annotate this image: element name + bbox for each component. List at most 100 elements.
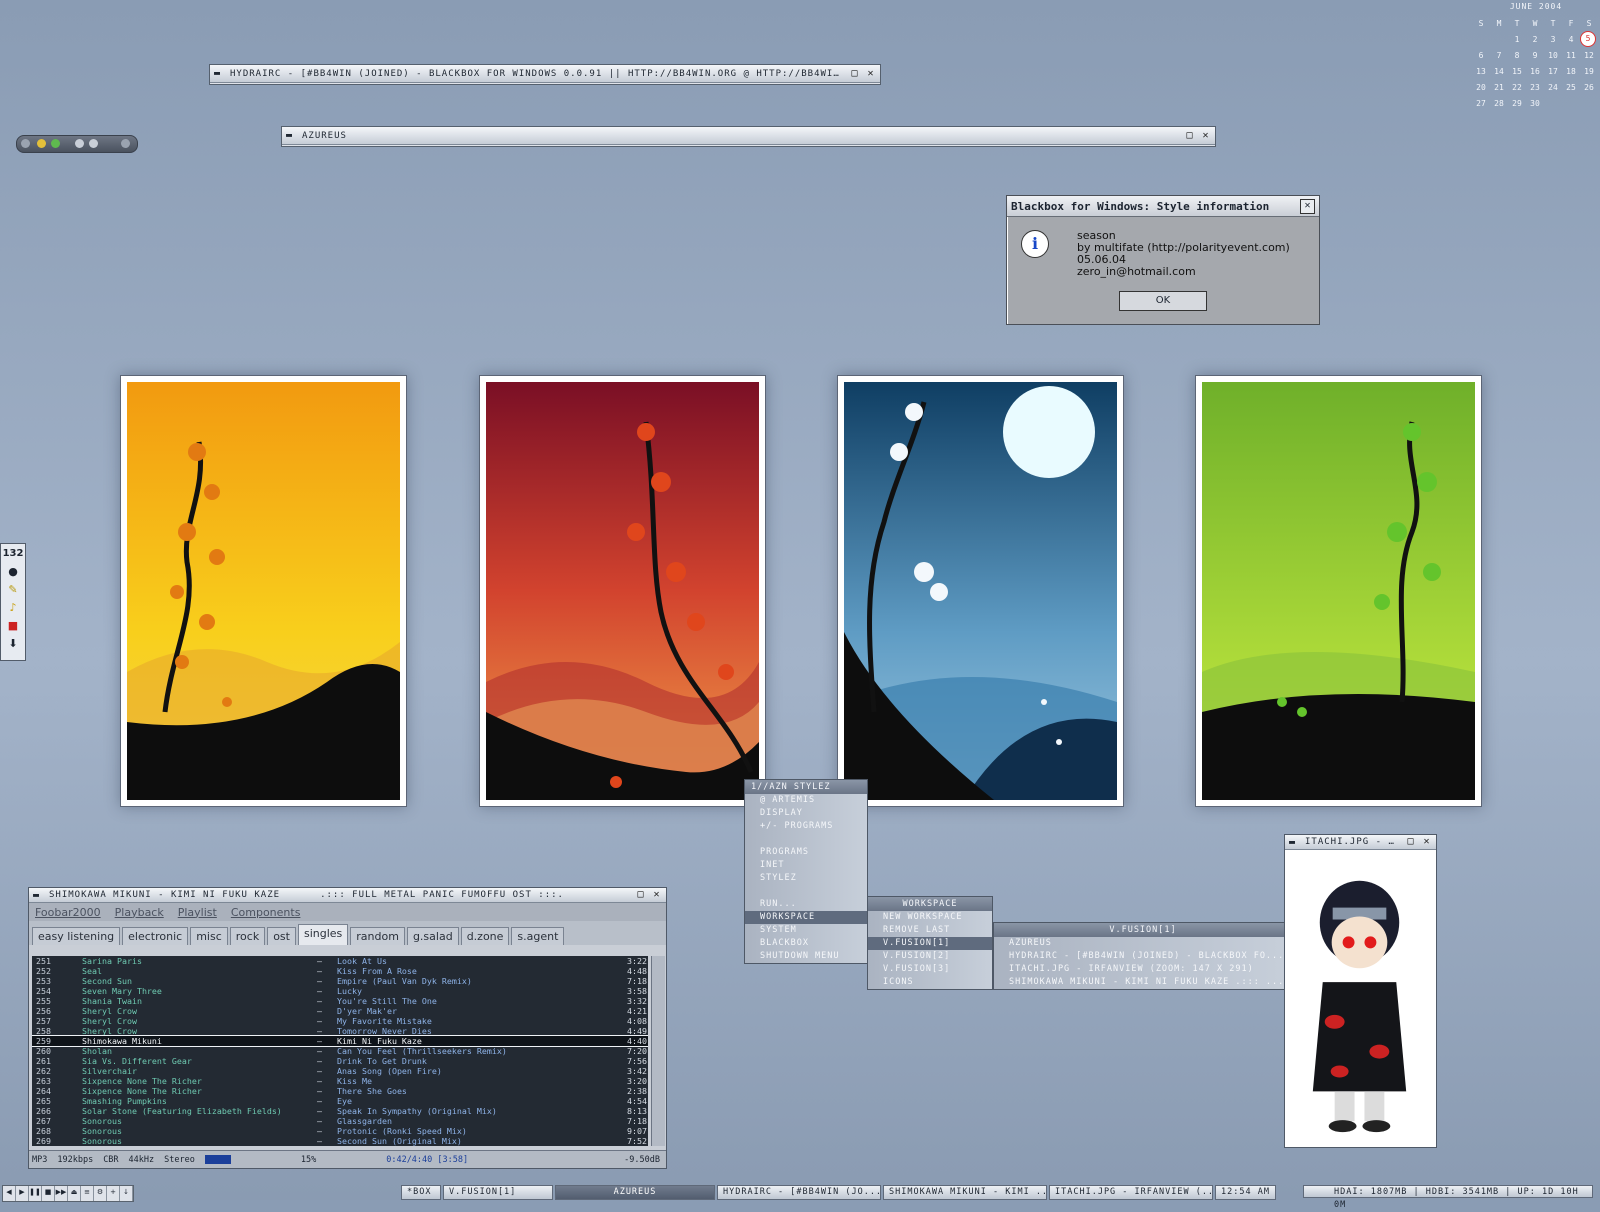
menu-item[interactable]: DISPLAY: [745, 807, 867, 820]
tab-singles[interactable]: singles: [297, 924, 349, 945]
dock-button-icon[interactable]: [89, 139, 98, 148]
menu-components[interactable]: Components: [231, 906, 301, 919]
calendar-day[interactable]: 29: [1508, 99, 1526, 108]
calendar-day[interactable]: 18: [1562, 67, 1580, 76]
calendar-day[interactable]: 20: [1472, 83, 1490, 92]
menu-item[interactable]: SHUTDOWN MENU: [745, 950, 867, 963]
table-row[interactable]: 267 Sonorous — Glassgarden 7:18: [32, 1116, 648, 1126]
menu-foobar2000[interactable]: Foobar2000: [35, 906, 101, 919]
taskbar-item[interactable]: *BOX: [401, 1185, 441, 1200]
menu-item[interactable]: PROGRAMS: [745, 846, 867, 859]
dock-button-icon[interactable]: [75, 139, 84, 148]
calendar-day[interactable]: 25: [1562, 83, 1580, 92]
table-row[interactable]: 255 Shania Twain — You're Still The One 3:32: [32, 996, 648, 1006]
menu-item[interactable]: @ ARTEMIS: [745, 794, 867, 807]
calendar-day[interactable]: 8: [1508, 51, 1526, 60]
table-row[interactable]: 264 Sixpence None The Richer — There She Go…: [32, 1086, 648, 1096]
next-icon[interactable]: ▶▶: [55, 1186, 68, 1201]
playlist-scrollbar[interactable]: [651, 956, 665, 1146]
menu-item[interactable]: RUN...: [745, 898, 867, 911]
close-icon[interactable]: ✕: [652, 890, 662, 900]
calendar-day[interactable]: 4: [1562, 35, 1580, 44]
maximize-icon[interactable]: □: [1406, 837, 1416, 847]
prev-icon[interactable]: ◀: [3, 1186, 16, 1201]
calendar-today[interactable]: 5: [1580, 31, 1596, 47]
menu-item[interactable]: ICONS: [868, 976, 992, 989]
plus-icon[interactable]: +: [107, 1186, 120, 1201]
tab-rock[interactable]: rock: [229, 927, 266, 945]
calendar-day[interactable]: 17: [1544, 67, 1562, 76]
slit-dock[interactable]: [16, 135, 138, 153]
taskbar-item[interactable]: HYDRAIRC - [#BB4WIN (JO...: [717, 1185, 881, 1200]
list-icon[interactable]: ≡: [81, 1186, 94, 1201]
network-icon[interactable]: ●: [1, 562, 25, 580]
window-menu-icon[interactable]: ▬: [286, 130, 296, 141]
taskbar-item[interactable]: V.FUSION[1]: [443, 1185, 553, 1200]
table-row[interactable]: 266 Solar Stone (Featuring Elizabeth Fiel…: [32, 1106, 648, 1116]
play-icon[interactable]: ▶: [16, 1186, 29, 1201]
table-row[interactable]: 261 Sia Vs. Different Gear — Drink To Get D…: [32, 1056, 648, 1066]
close-icon[interactable]: ✕: [866, 68, 876, 79]
volume-icon[interactable]: ♪: [1, 598, 25, 616]
menu-item[interactable]: V.FUSION[2]: [868, 950, 992, 963]
tab-electronic[interactable]: electronic: [122, 927, 189, 945]
calendar-day[interactable]: 15: [1508, 67, 1526, 76]
menu-item[interactable]: STYLEZ: [745, 872, 867, 885]
pause-icon[interactable]: ❚❚: [29, 1186, 42, 1201]
tab-easy-listening[interactable]: easy listening: [32, 927, 121, 945]
calendar-day[interactable]: 7: [1490, 51, 1508, 60]
dock-button-icon[interactable]: [37, 139, 46, 148]
calendar-day[interactable]: 27: [1472, 99, 1490, 108]
calendar-day[interactable]: 2: [1526, 35, 1544, 44]
azureus-window[interactable]: ▬ AZUREUS □ ✕: [281, 126, 1216, 147]
tab-ost[interactable]: ost: [267, 927, 296, 945]
menu-item[interactable]: NEW WORKSPACE: [868, 911, 992, 924]
menu-item[interactable]: WORKSPACE: [745, 911, 867, 924]
volume-meter[interactable]: [204, 1155, 231, 1164]
taskbar-item[interactable]: AZUREUS: [555, 1185, 715, 1200]
close-icon[interactable]: ✕: [1300, 198, 1315, 214]
settings-icon[interactable]: ⚙: [94, 1186, 107, 1201]
menu-item[interactable]: V.FUSION[3]: [868, 963, 992, 976]
calendar-day[interactable]: 11: [1562, 51, 1580, 60]
pencil-icon[interactable]: ✎: [1, 580, 25, 598]
calendar-day[interactable]: 14: [1490, 67, 1508, 76]
calendar-day[interactable]: 19: [1580, 67, 1598, 76]
calendar-day[interactable]: 10: [1544, 51, 1562, 60]
menu-item[interactable]: SHIMOKAWA MIKUNI - KIMI NI FUKU KAZE .::…: [994, 976, 1292, 989]
record-icon[interactable]: ■: [1, 616, 25, 634]
download-icon[interactable]: ⬇: [1, 634, 25, 652]
menu-item[interactable]: SYSTEM: [745, 924, 867, 937]
dock-button-icon[interactable]: [121, 139, 130, 148]
playlist[interactable]: 251 Sarina Paris — Look At Us 3:22 252 Seal — Ki…: [32, 956, 648, 1146]
tab-s-agent[interactable]: s.agent: [511, 927, 565, 945]
table-row[interactable]: 268 Sonorous — Protonic (Ronki Speed Mix) 9:…: [32, 1126, 648, 1136]
menu-item[interactable]: BLACKBOX: [745, 937, 867, 950]
table-row[interactable]: 257 Sheryl Crow — My Favorite Mistake 4:08: [32, 1016, 648, 1026]
calendar-day[interactable]: 23: [1526, 83, 1544, 92]
table-row[interactable]: 251 Sarina Paris — Look At Us 3:22: [32, 956, 648, 966]
menu-playlist[interactable]: Playlist: [178, 906, 217, 919]
window-menu-icon[interactable]: ▬: [1289, 837, 1299, 848]
menu-item[interactable]: +/- PROGRAMS: [745, 820, 867, 833]
ok-button[interactable]: OK: [1119, 291, 1207, 311]
calendar-day[interactable]: 30: [1526, 99, 1544, 108]
menu-item[interactable]: HYDRAIRC - [#BB4WIN (JOINED) - BLACKBOX …: [994, 950, 1292, 963]
calendar-day[interactable]: 9: [1526, 51, 1544, 60]
table-row[interactable]: 259 Shimokawa Mikuni — Kimi Ni Fuku Kaze 4:4…: [32, 1035, 648, 1047]
window-menu-icon[interactable]: ▬: [214, 68, 224, 79]
calendar-day[interactable]: 28: [1490, 99, 1508, 108]
menu-item[interactable]: INET: [745, 859, 867, 872]
menu-item[interactable]: REMOVE LAST: [868, 924, 992, 937]
maximize-icon[interactable]: □: [850, 68, 860, 79]
table-row[interactable]: 258 Sheryl Crow — Tomorrow Never Dies 4:49: [32, 1026, 648, 1036]
taskbar-item[interactable]: SHIMOKAWA MIKUNI - KIMI ...: [883, 1185, 1047, 1200]
tab-random[interactable]: random: [350, 927, 405, 945]
calendar-day[interactable]: 16: [1526, 67, 1544, 76]
dock-button-icon[interactable]: [21, 139, 30, 148]
table-row[interactable]: 260 Sholan — Can You Feel (Thrillseekers Re…: [32, 1046, 648, 1056]
menu-item[interactable]: V.FUSION[1]: [868, 937, 992, 950]
menu-item[interactable]: AZUREUS: [994, 937, 1292, 950]
menu-item[interactable]: ITACHI.JPG - IRFANVIEW (ZOOM: 147 X 291): [994, 963, 1292, 976]
calendar-day[interactable]: 12: [1580, 51, 1598, 60]
